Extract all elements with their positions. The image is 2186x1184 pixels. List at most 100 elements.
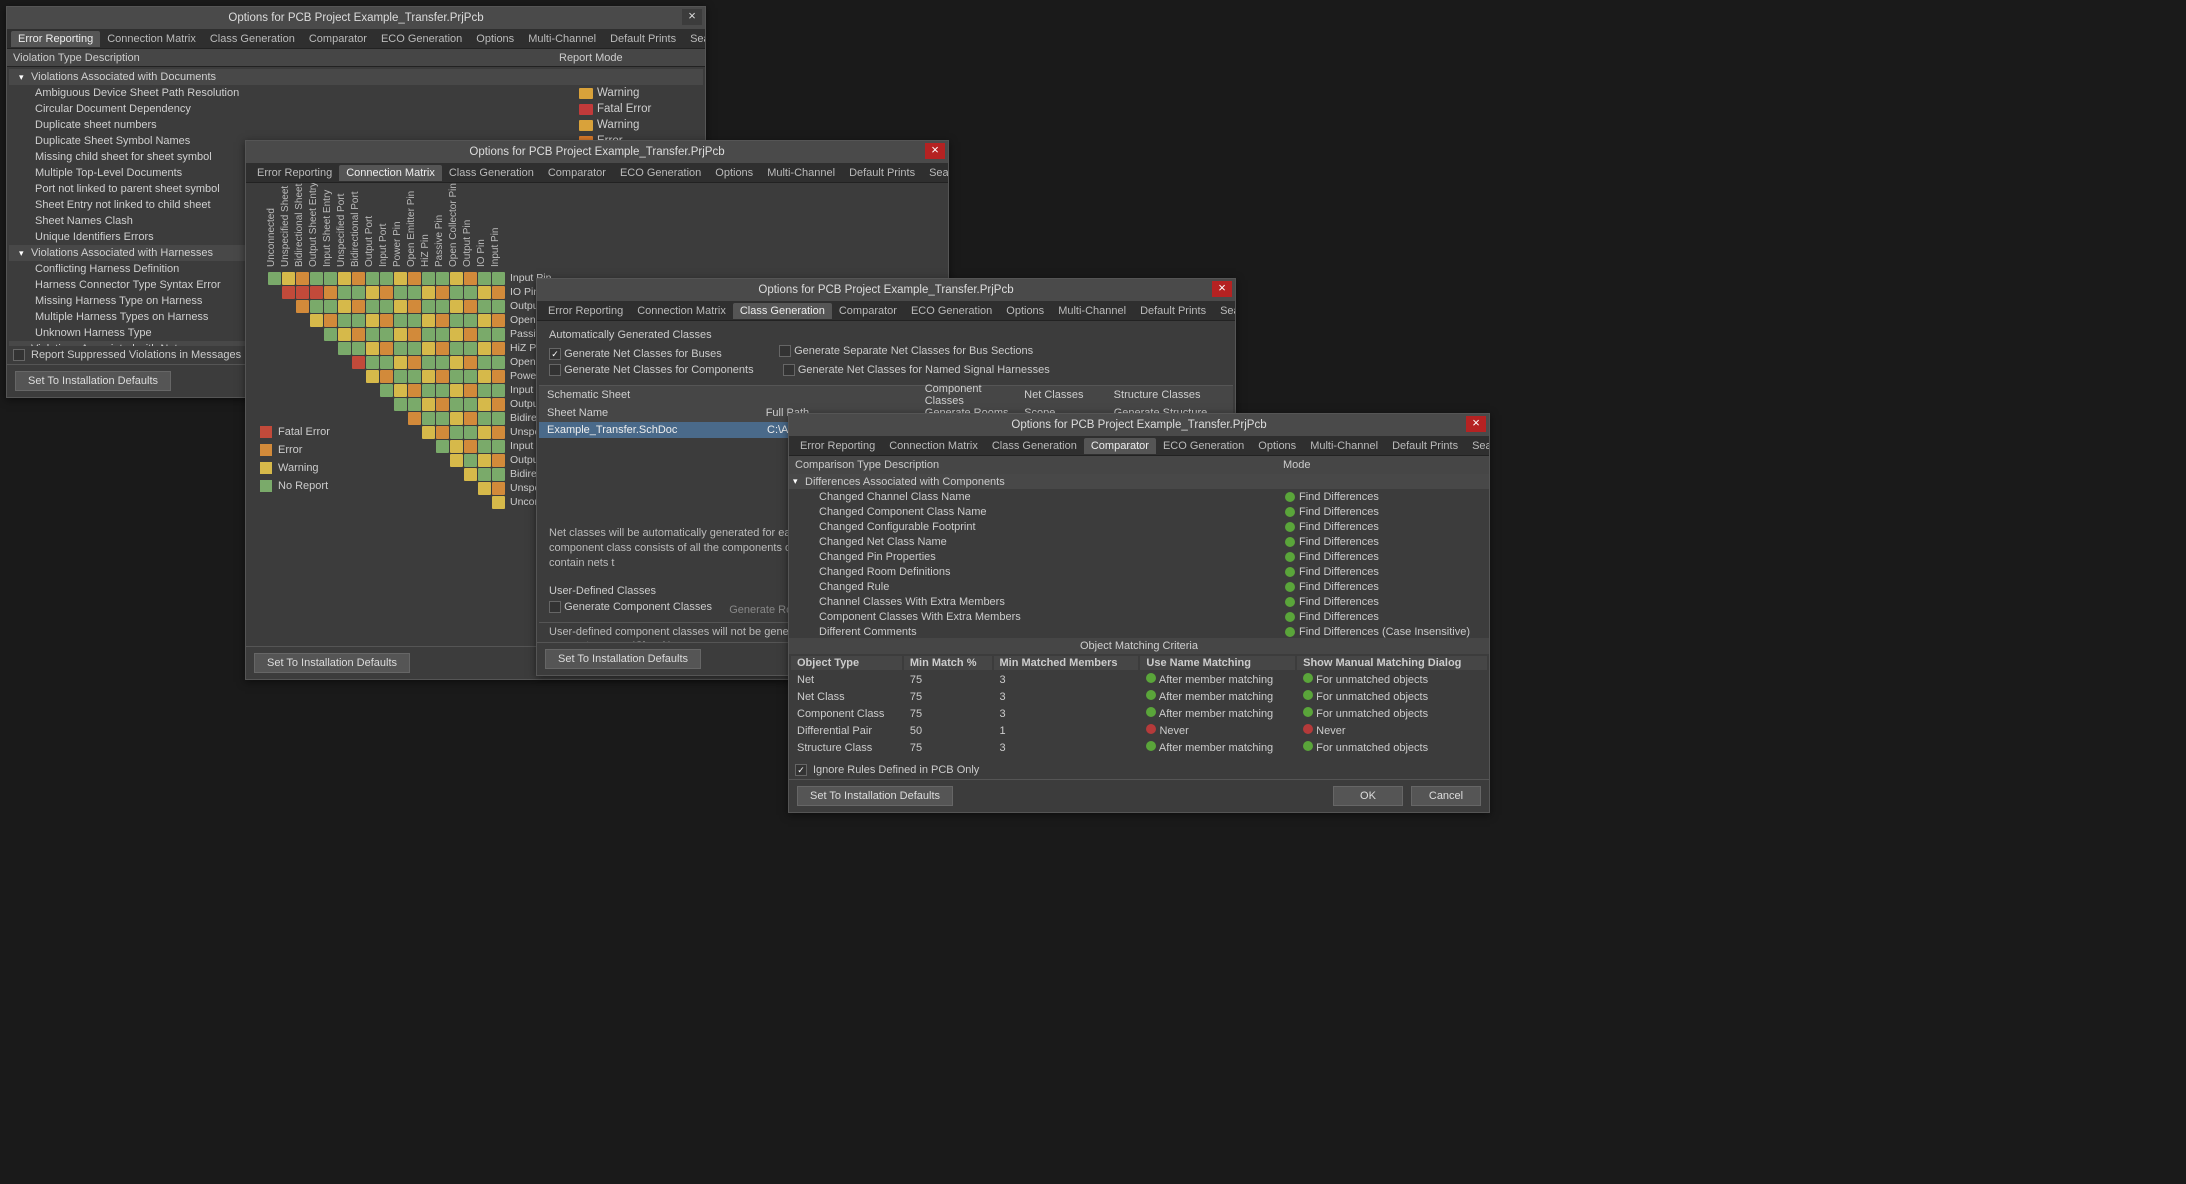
comparison-item[interactable]: Changed RuleFind Differences [789,579,1489,594]
matrix-cell[interactable] [436,412,449,425]
matrix-cell[interactable] [310,314,323,327]
tab-default-prints[interactable]: Default Prints [603,31,683,47]
matrix-cell[interactable] [422,286,435,299]
matrix-cell[interactable] [338,286,351,299]
checkbox-named-harness[interactable] [783,364,795,376]
matrix-cell[interactable] [296,286,309,299]
matrix-cell[interactable] [352,356,365,369]
matrix-cell[interactable] [478,356,491,369]
matrix-cell[interactable] [492,496,505,509]
tab-connection-matrix[interactable]: Connection Matrix [100,31,203,47]
comparison-item[interactable]: Changed Configurable FootprintFind Diffe… [789,519,1489,534]
tab-class-generation[interactable]: Class Generation [203,31,302,47]
matrix-cell[interactable] [450,384,463,397]
matrix-cell[interactable] [492,342,505,355]
titlebar[interactable]: Options for PCB Project Example_Transfer… [789,414,1489,436]
match-row[interactable]: Component Class753 After member matching… [791,706,1487,721]
tab-options[interactable]: Options [708,165,760,181]
matrix-cell[interactable] [422,384,435,397]
matrix-cell[interactable] [492,356,505,369]
matrix-cell[interactable] [450,454,463,467]
tab-class-generation[interactable]: Class Generation [442,165,541,181]
matrix-cell[interactable] [478,370,491,383]
cancel-button[interactable]: Cancel [1411,786,1481,806]
matrix-cell[interactable] [338,272,351,285]
matrix-cell[interactable] [436,440,449,453]
ok-button[interactable]: OK [1333,786,1403,806]
matrix-cell[interactable] [380,286,393,299]
titlebar[interactable]: Options for PCB Project Example_Transfer… [7,7,705,29]
tab-multi-channel[interactable]: Multi-Channel [1051,303,1133,319]
matrix-cell[interactable] [478,286,491,299]
matrix-cell[interactable] [268,272,281,285]
match-row[interactable]: Differential Pair501 Never Never [791,723,1487,738]
matrix-cell[interactable] [464,426,477,439]
matrix-cell[interactable] [492,440,505,453]
matrix-cell[interactable] [380,356,393,369]
matrix-cell[interactable] [450,370,463,383]
matrix-cell[interactable] [408,300,421,313]
matrix-cell[interactable] [324,300,337,313]
matrix-cell[interactable] [436,328,449,341]
matrix-cell[interactable] [492,426,505,439]
matrix-cell[interactable] [380,272,393,285]
tab-eco-generation[interactable]: ECO Generation [613,165,708,181]
matrix-cell[interactable] [380,342,393,355]
matrix-cell[interactable] [422,356,435,369]
matrix-cell[interactable] [408,384,421,397]
matrix-cell[interactable] [478,272,491,285]
matrix-cell[interactable] [450,356,463,369]
tab-class-generation[interactable]: Class Generation [985,438,1084,454]
set-defaults-button[interactable]: Set To Installation Defaults [15,371,171,391]
matrix-cell[interactable] [478,398,491,411]
matrix-cell[interactable] [366,328,379,341]
matrix-cell[interactable] [352,286,365,299]
violation-item[interactable]: Circular Document DependencyFatal Error [9,101,703,117]
matrix-cell[interactable] [436,300,449,313]
matrix-cell[interactable] [450,412,463,425]
matrix-cell[interactable] [394,286,407,299]
matrix-cell[interactable] [478,482,491,495]
matrix-cell[interactable] [464,286,477,299]
matrix-cell[interactable] [436,426,449,439]
checkbox-net-bus[interactable] [549,348,561,360]
matrix-cell[interactable] [450,342,463,355]
tab-options[interactable]: Options [999,303,1051,319]
tab-comparator[interactable]: Comparator [832,303,904,319]
comparison-item[interactable]: Changed Room DefinitionsFind Differences [789,564,1489,579]
matrix-cell[interactable] [338,300,351,313]
matrix-cell[interactable] [422,272,435,285]
matrix-cell[interactable] [450,300,463,313]
comparison-item[interactable]: Changed Pin PropertiesFind Differences [789,549,1489,564]
tab-eco-generation[interactable]: ECO Generation [374,31,469,47]
matrix-cell[interactable] [450,314,463,327]
set-defaults-button[interactable]: Set To Installation Defaults [545,649,701,669]
matrix-cell[interactable] [492,272,505,285]
matrix-cell[interactable] [408,342,421,355]
matrix-cell[interactable] [366,286,379,299]
matrix-cell[interactable] [492,314,505,327]
matrix-cell[interactable] [324,314,337,327]
matrix-cell[interactable] [338,314,351,327]
comparator-list[interactable]: ▾ Differences Associated with Components… [789,474,1489,638]
matrix-cell[interactable] [450,272,463,285]
matrix-cell[interactable] [366,342,379,355]
tab-multi-channel[interactable]: Multi-Channel [760,165,842,181]
set-defaults-button[interactable]: Set To Installation Defaults [254,653,410,673]
matrix-cell[interactable] [464,356,477,369]
matrix-cell[interactable] [310,300,323,313]
titlebar[interactable]: Options for PCB Project Example_Transfer… [537,279,1235,301]
matrix-cell[interactable] [408,272,421,285]
matrix-cell[interactable] [464,370,477,383]
matrix-cell[interactable] [436,384,449,397]
matrix-cell[interactable] [492,370,505,383]
matrix-cell[interactable] [478,468,491,481]
matrix-cell[interactable] [464,412,477,425]
matrix-cell[interactable] [324,286,337,299]
tab-connection-matrix[interactable]: Connection Matrix [882,438,985,454]
matrix-cell[interactable] [450,328,463,341]
matrix-cell[interactable] [366,314,379,327]
tab-connection-matrix[interactable]: Connection Matrix [339,165,442,181]
matrix-cell[interactable] [352,328,365,341]
tab-multi-channel[interactable]: Multi-Channel [1303,438,1385,454]
